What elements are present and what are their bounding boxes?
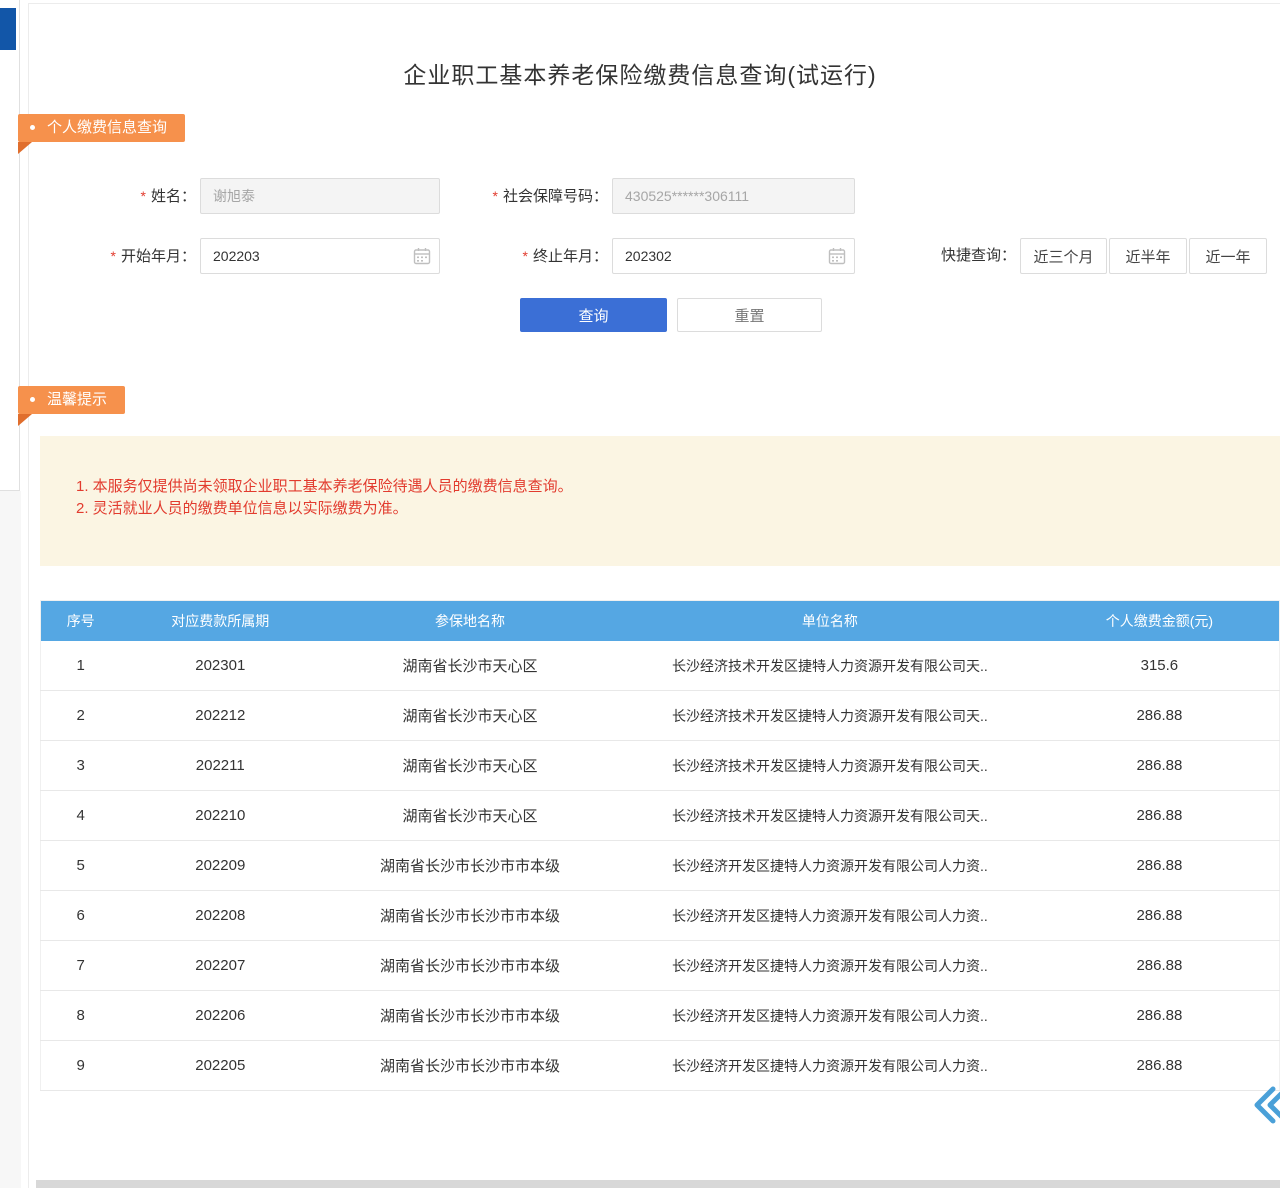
cell-amount: 286.88: [1040, 791, 1280, 841]
cell-period: 202301: [120, 641, 320, 691]
header-period: 对应费款所属期: [120, 601, 320, 642]
cell-period: 202208: [120, 891, 320, 941]
cell-insured-place: 湖南省长沙市长沙市市本级: [320, 891, 620, 941]
cell-period: 202207: [120, 941, 320, 991]
table-row: 4 202210 湖南省长沙市天心区 长沙经济技术开发区捷特人力资源开发有限公司…: [41, 791, 1280, 841]
cell-insured-place: 湖南省长沙市长沙市市本级: [320, 1041, 620, 1091]
required-asterisk: *: [111, 248, 116, 264]
cell-amount: 286.88: [1040, 691, 1280, 741]
tips-line-2: 2. 灵活就业人员的缴费单位信息以实际缴费为准。: [76, 498, 1260, 520]
ssn-field[interactable]: [612, 178, 855, 214]
cell-employer: 长沙经济技术开发区捷特人力资源开发有限公司天..: [620, 641, 1040, 691]
reset-button[interactable]: 重置: [677, 298, 822, 332]
table-row: 9 202205 湖南省长沙市长沙市市本级 长沙经济开发区捷特人力资源开发有限公…: [41, 1041, 1280, 1091]
header-seq: 序号: [41, 601, 121, 642]
cell-insured-place: 湖南省长沙市长沙市市本级: [320, 991, 620, 1041]
cell-amount: 286.88: [1040, 741, 1280, 791]
query-button[interactable]: 查询: [520, 298, 667, 332]
header-employer: 单位名称: [620, 601, 1040, 642]
section-badge-label: 个人缴费信息查询: [47, 119, 167, 136]
calendar-icon[interactable]: [412, 246, 432, 266]
cell-insured-place: 湖南省长沙市天心区: [320, 691, 620, 741]
table-row: 3 202211 湖南省长沙市天心区 长沙经济技术开发区捷特人力资源开发有限公司…: [41, 741, 1280, 791]
cell-amount: 286.88: [1040, 1041, 1280, 1091]
cell-seq: 9: [41, 1041, 121, 1091]
end-month-label: *终止年月：: [440, 238, 608, 274]
bullet-dot-icon: [30, 125, 35, 130]
cell-seq: 3: [41, 741, 121, 791]
cell-seq: 7: [41, 941, 121, 991]
table-row: 2 202212 湖南省长沙市天心区 长沙经济技术开发区捷特人力资源开发有限公司…: [41, 691, 1280, 741]
required-asterisk: *: [493, 188, 498, 204]
quick-option-last-3-months[interactable]: 近三个月: [1020, 238, 1107, 274]
section-badge-tips: 温馨提示: [18, 386, 125, 414]
section-badge-label: 温馨提示: [47, 391, 107, 408]
cell-seq: 4: [41, 791, 121, 841]
quick-option-last-half-year[interactable]: 近半年: [1109, 238, 1187, 274]
header-amount: 个人缴费金额(元): [1040, 601, 1280, 642]
start-month-label: *开始年月：: [40, 238, 196, 274]
section-badge-personal-query: 个人缴费信息查询: [18, 114, 185, 142]
quick-query-label: 快捷查询：: [900, 238, 1016, 274]
cell-insured-place: 湖南省长沙市长沙市市本级: [320, 841, 620, 891]
table-row: 1 202301 湖南省长沙市天心区 长沙经济技术开发区捷特人力资源开发有限公司…: [41, 641, 1280, 691]
bottom-scrollbar[interactable]: [36, 1180, 1280, 1188]
ssn-label: *社会保障号码：: [440, 178, 608, 214]
cell-period: 202212: [120, 691, 320, 741]
end-month-field[interactable]: [612, 238, 855, 274]
cell-period: 202209: [120, 841, 320, 891]
cell-insured-place: 湖南省长沙市天心区: [320, 741, 620, 791]
name-field[interactable]: [200, 178, 440, 214]
bullet-dot-icon: [30, 397, 35, 402]
sidebar-tab[interactable]: [0, 8, 16, 50]
required-asterisk: *: [523, 248, 528, 264]
cell-seq: 8: [41, 991, 121, 1041]
required-asterisk: *: [141, 188, 146, 204]
cell-insured-place: 湖南省长沙市长沙市市本级: [320, 941, 620, 991]
cell-seq: 6: [41, 891, 121, 941]
cell-employer: 长沙经济开发区捷特人力资源开发有限公司人力资..: [620, 941, 1040, 991]
table-row: 6 202208 湖南省长沙市长沙市市本级 长沙经济开发区捷特人力资源开发有限公…: [41, 891, 1280, 941]
name-label: *姓名：: [40, 178, 196, 214]
cell-employer: 长沙经济开发区捷特人力资源开发有限公司人力资..: [620, 1041, 1040, 1091]
cell-employer: 长沙经济技术开发区捷特人力资源开发有限公司天..: [620, 741, 1040, 791]
cell-period: 202205: [120, 1041, 320, 1091]
cell-period: 202210: [120, 791, 320, 841]
cell-employer: 长沙经济开发区捷特人力资源开发有限公司人力资..: [620, 841, 1040, 891]
calendar-icon[interactable]: [827, 246, 847, 266]
payment-table: 序号 对应费款所属期 参保地名称 单位名称 个人缴费金额(元) 1 202301…: [40, 600, 1280, 1091]
cell-insured-place: 湖南省长沙市天心区: [320, 641, 620, 691]
cell-seq: 2: [41, 691, 121, 741]
table-row: 5 202209 湖南省长沙市长沙市市本级 长沙经济开发区捷特人力资源开发有限公…: [41, 841, 1280, 891]
table-row: 8 202206 湖南省长沙市长沙市市本级 长沙经济开发区捷特人力资源开发有限公…: [41, 991, 1280, 1041]
cell-period: 202211: [120, 741, 320, 791]
cell-employer: 长沙经济开发区捷特人力资源开发有限公司人力资..: [620, 891, 1040, 941]
cell-amount: 286.88: [1040, 941, 1280, 991]
cell-amount: 286.88: [1040, 841, 1280, 891]
cell-period: 202206: [120, 991, 320, 1041]
cell-seq: 1: [41, 641, 121, 691]
cell-employer: 长沙经济开发区捷特人力资源开发有限公司人力资..: [620, 991, 1040, 1041]
cell-amount: 286.88: [1040, 891, 1280, 941]
cell-employer: 长沙经济技术开发区捷特人力资源开发有限公司天..: [620, 791, 1040, 841]
cell-amount: 315.6: [1040, 641, 1280, 691]
cell-seq: 5: [41, 841, 121, 891]
pension-query-page: 企业职工基本养老保险缴费信息查询(试运行) 个人缴费信息查询 *姓名： *社会保…: [0, 0, 1280, 1188]
tips-line-1: 1. 本服务仅提供尚未领取企业职工基本养老保险待遇人员的缴费信息查询。: [76, 476, 1260, 498]
page-title: 企业职工基本养老保险缴费信息查询(试运行): [0, 56, 1280, 90]
cell-insured-place: 湖南省长沙市天心区: [320, 791, 620, 841]
start-month-field[interactable]: [200, 238, 440, 274]
cell-amount: 286.88: [1040, 991, 1280, 1041]
table-header-row: 序号 对应费款所属期 参保地名称 单位名称 个人缴费金额(元): [41, 601, 1280, 642]
table-row: 7 202207 湖南省长沙市长沙市市本级 长沙经济开发区捷特人力资源开发有限公…: [41, 941, 1280, 991]
cell-employer: 长沙经济技术开发区捷特人力资源开发有限公司天..: [620, 691, 1040, 741]
left-rail-bottom: [0, 491, 21, 1188]
header-insured-place: 参保地名称: [320, 601, 620, 642]
double-chevron-left-icon[interactable]: [1246, 1083, 1280, 1127]
quick-option-last-year[interactable]: 近一年: [1189, 238, 1267, 274]
tips-notice-box: 1. 本服务仅提供尚未领取企业职工基本养老保险待遇人员的缴费信息查询。 2. 灵…: [40, 436, 1280, 566]
